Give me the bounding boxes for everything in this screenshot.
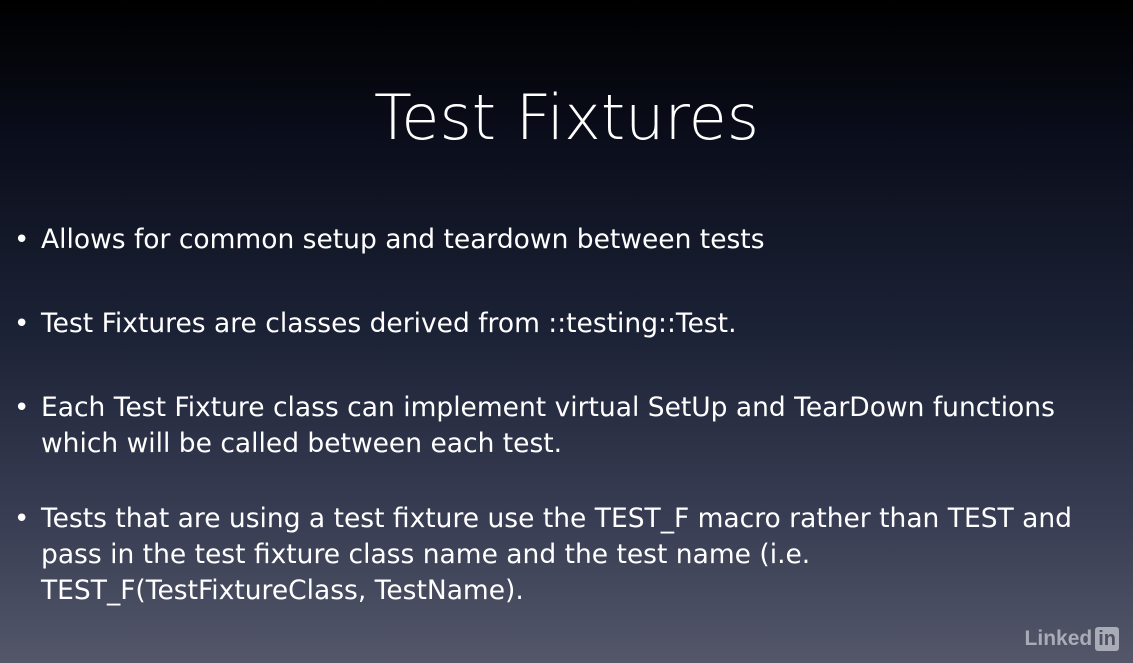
linkedin-watermark-logo: Linked in (1025, 627, 1119, 651)
bullet-item: • Test Fixtures are classes derived from… (14, 306, 1114, 342)
bullet-text: Each Test Fixture class can implement vi… (41, 392, 1055, 459)
slide-title: Test Fixtures (373, 81, 760, 154)
bullet-text: Tests that are using a test fixture use … (41, 503, 1072, 606)
bullet-text: Allows for common setup and teardown bet… (41, 224, 765, 255)
bullet-text: Test Fixtures are classes derived from :… (41, 308, 737, 339)
watermark-word: Linked (1024, 627, 1093, 650)
bullet-item: • Allows for common setup and teardown b… (14, 222, 1114, 258)
watermark-box: in (1095, 627, 1119, 651)
bullet-marker: • (14, 225, 30, 255)
bullet-marker: • (14, 309, 30, 339)
bullet-item: • Tests that are using a test fixture us… (14, 501, 1114, 609)
bullet-marker: • (14, 504, 30, 534)
bullet-item: • Each Test Fixture class can implement … (14, 390, 1114, 462)
bullet-marker: • (14, 393, 30, 423)
